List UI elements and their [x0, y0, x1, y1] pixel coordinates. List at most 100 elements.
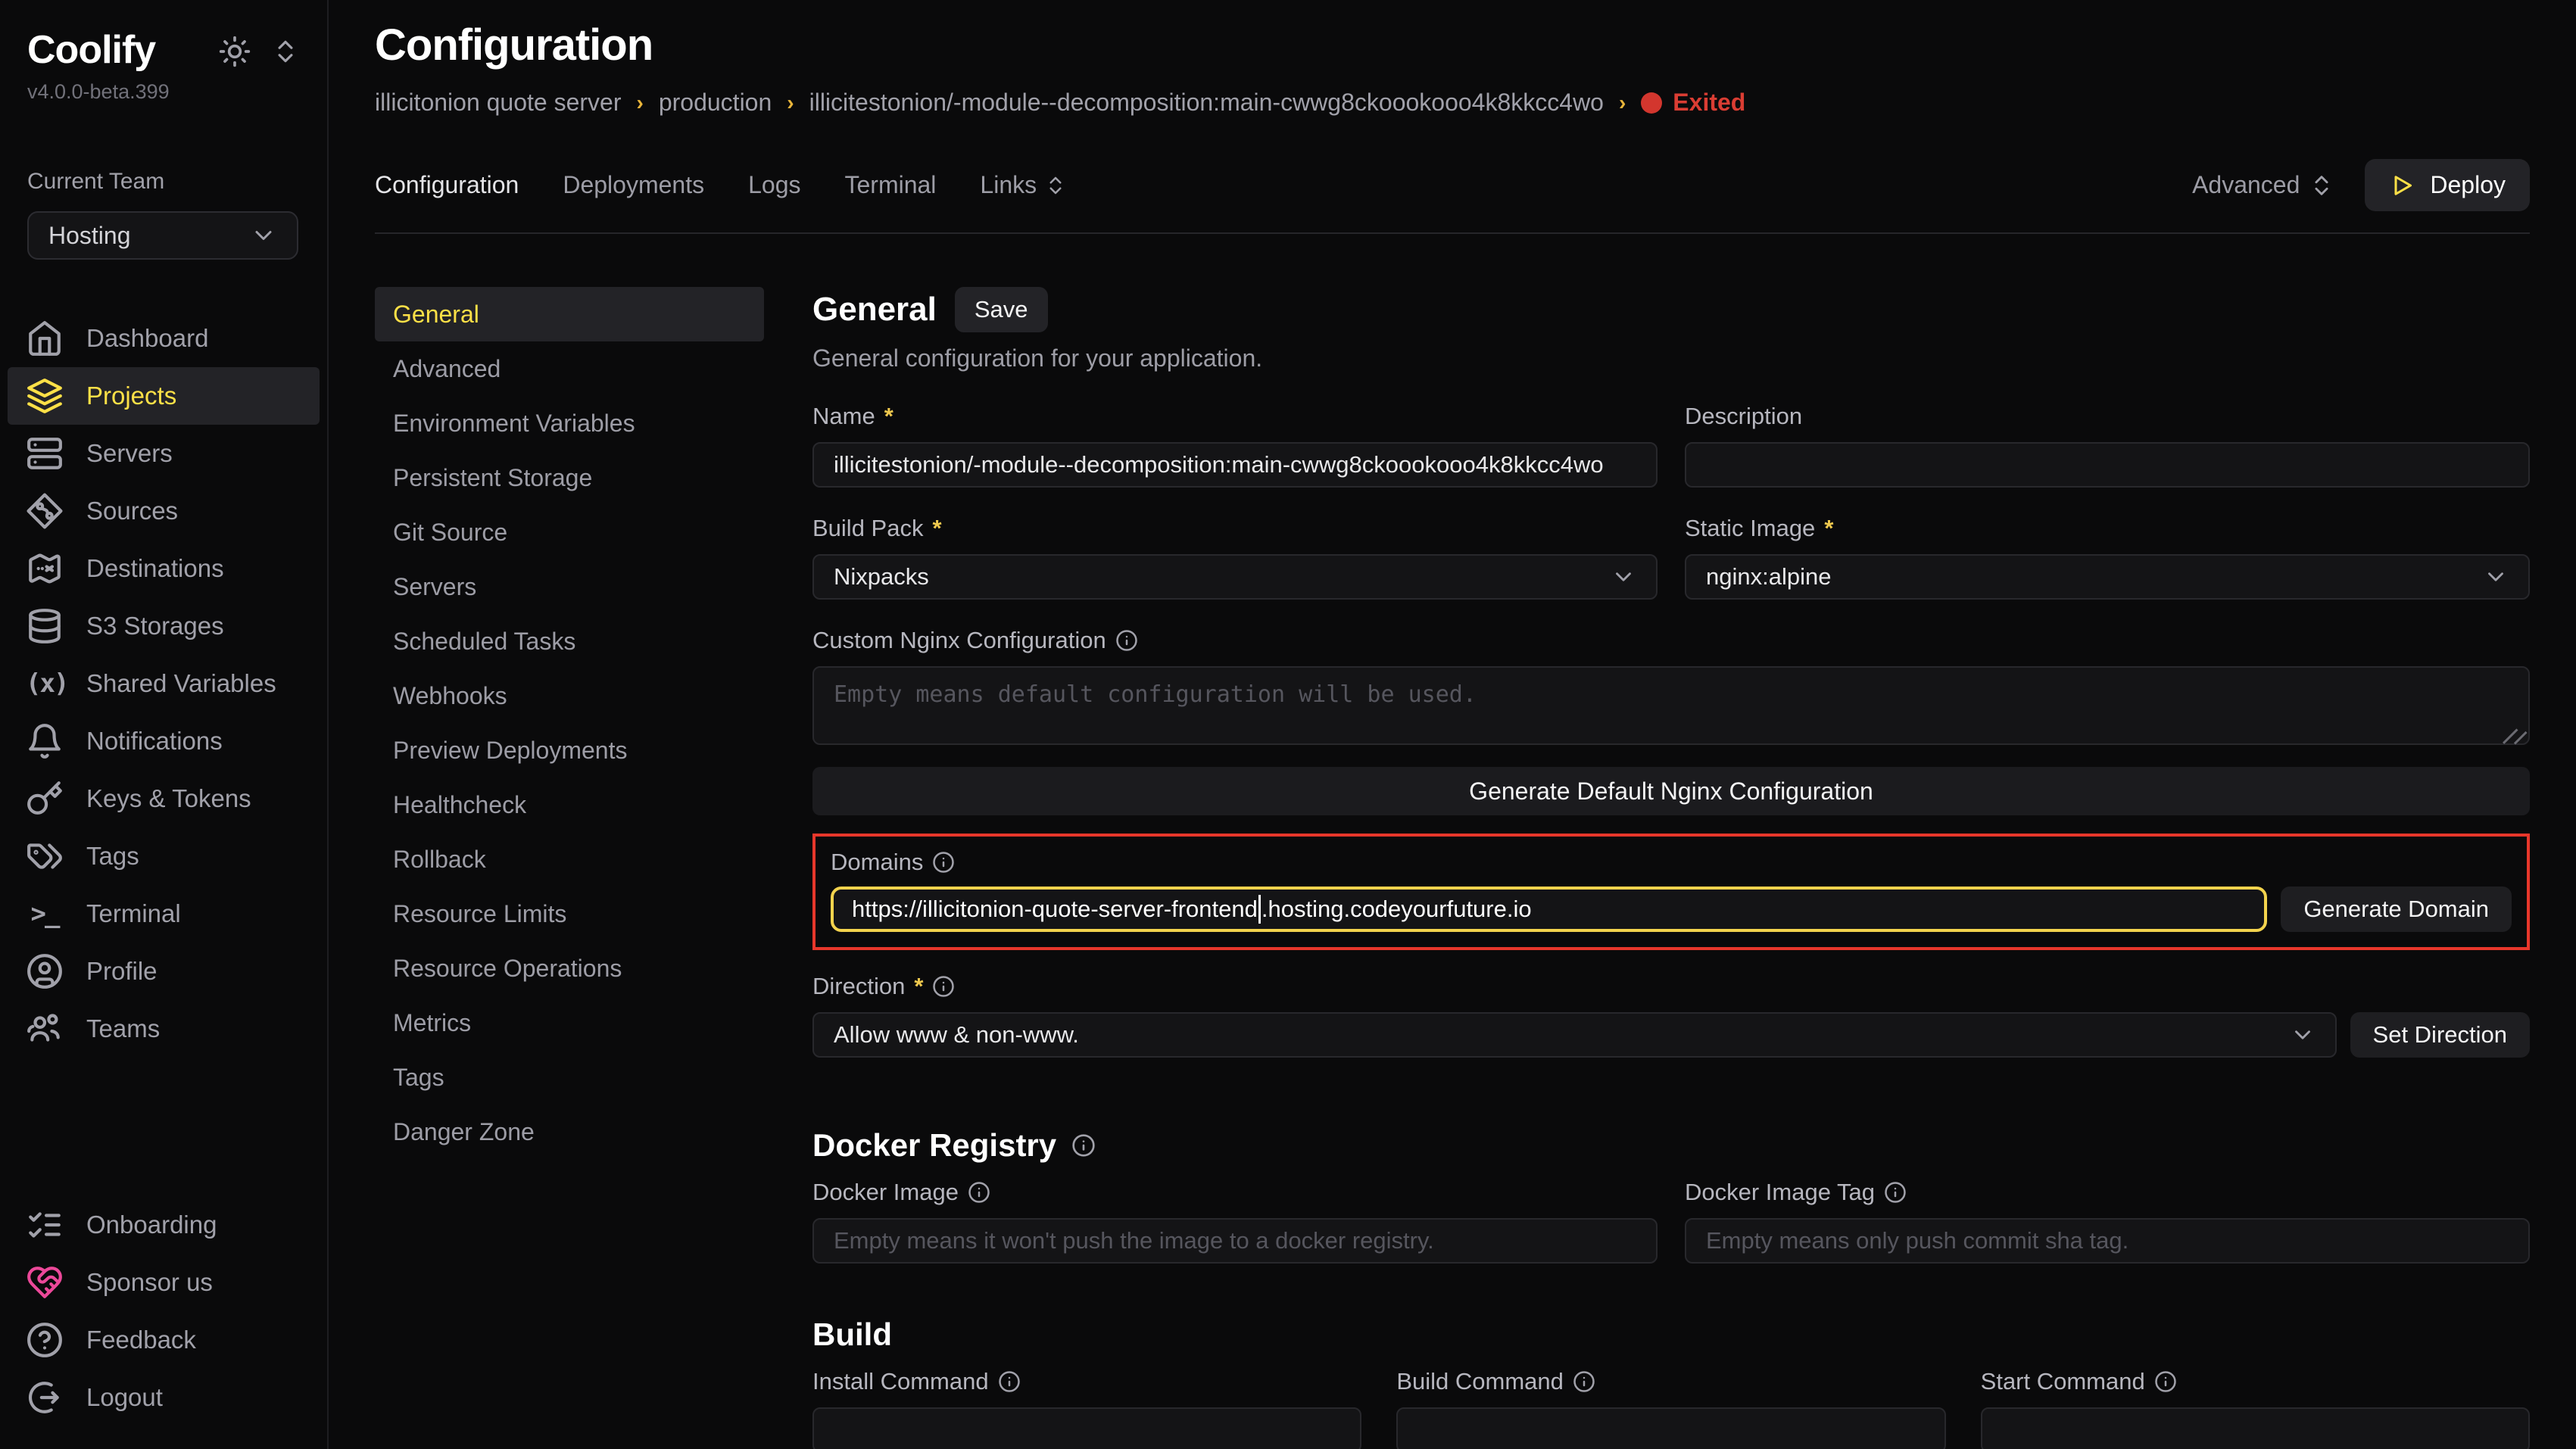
sidebar-item-projects[interactable]: Projects — [8, 367, 320, 425]
sidebar-item-terminal[interactable]: >_ Terminal — [8, 885, 320, 943]
advanced-toggle[interactable]: Advanced — [2192, 171, 2334, 199]
required-asterisk: * — [932, 515, 941, 542]
breadcrumb-project[interactable]: illicitonion quote server — [375, 89, 622, 117]
info-icon — [932, 851, 955, 874]
general-heading: General — [812, 291, 937, 329]
bell-icon — [26, 722, 64, 760]
tab-links[interactable]: Links — [980, 171, 1067, 199]
info-icon — [1573, 1370, 1595, 1393]
description-input[interactable] — [1685, 442, 2530, 488]
app-logo: Coolify — [27, 27, 155, 73]
breadcrumb-environment[interactable]: production — [659, 89, 772, 117]
custom-nginx-label: Custom Nginx Configuration — [812, 627, 2530, 654]
subnav-healthcheck[interactable]: Healthcheck — [375, 777, 764, 832]
domains-highlight-box: Domains https://illicitonion-quote-serve… — [812, 834, 2530, 950]
sidebar-item-destinations[interactable]: Destinations — [8, 540, 320, 597]
generate-domain-button[interactable]: Generate Domain — [2281, 887, 2512, 932]
subnav-resource-limits[interactable]: Resource Limits — [375, 887, 764, 941]
subnav-webhooks[interactable]: Webhooks — [375, 668, 764, 723]
build-command-input[interactable] — [1396, 1407, 1945, 1449]
home-icon — [26, 319, 64, 357]
sidebar-item-tags[interactable]: Tags — [8, 827, 320, 885]
tab-terminal[interactable]: Terminal — [844, 171, 936, 199]
info-icon — [1115, 629, 1138, 652]
server-icon — [26, 435, 64, 472]
set-direction-button[interactable]: Set Direction — [2350, 1012, 2530, 1058]
sidebar: Coolify v4.0.0-beta.399 Current Team Hos… — [0, 0, 329, 1449]
subnav-tags[interactable]: Tags — [375, 1050, 764, 1105]
build-heading: Build — [812, 1317, 892, 1353]
static-image-select[interactable]: nginx:alpine — [1685, 554, 2530, 600]
text-caret — [1258, 895, 1261, 924]
user-circle-icon — [26, 952, 64, 990]
sidebar-item-servers[interactable]: Servers — [8, 425, 320, 482]
git-diamond-icon — [26, 492, 64, 530]
subnav-git-source[interactable]: Git Source — [375, 505, 764, 559]
subnav-resource-operations[interactable]: Resource Operations — [375, 941, 764, 996]
breadcrumb-application[interactable]: illicitestonion/-module--decomposition:m… — [809, 89, 1604, 117]
sidebar-item-sources[interactable]: Sources — [8, 482, 320, 540]
sidebar-item-feedback[interactable]: Feedback — [8, 1311, 320, 1369]
subnav-danger-zone[interactable]: Danger Zone — [375, 1105, 764, 1159]
subnav-servers[interactable]: Servers — [375, 559, 764, 614]
current-team-label: Current Team — [27, 169, 300, 195]
key-icon — [26, 780, 64, 818]
docker-registry-heading: Docker Registry — [812, 1127, 1056, 1164]
subnav-persistent-storage[interactable]: Persistent Storage — [375, 450, 764, 505]
name-input[interactable] — [812, 442, 1658, 488]
save-button[interactable]: Save — [955, 287, 1048, 332]
start-command-input[interactable] — [1981, 1407, 2530, 1449]
subnav-metrics[interactable]: Metrics — [375, 996, 764, 1050]
theme-sun-icon[interactable] — [218, 35, 251, 68]
team-select-value: Hosting — [48, 222, 131, 250]
info-icon — [998, 1370, 1021, 1393]
sidebar-item-s3-storages[interactable]: Shared Variables S3 Storages — [8, 597, 320, 655]
chevron-down-icon — [1611, 564, 1636, 590]
theme-chevrons-icon[interactable] — [271, 37, 300, 66]
direction-select[interactable]: Allow www & non-www. — [812, 1012, 2337, 1058]
subnav-rollback[interactable]: Rollback — [375, 832, 764, 887]
subnav-environment-variables[interactable]: Environment Variables — [375, 396, 764, 450]
sidebar-nav: Dashboard Projects Servers Sources Desti… — [0, 310, 327, 1058]
layers-icon — [26, 377, 64, 415]
tab-deployments[interactable]: Deployments — [563, 171, 704, 199]
custom-nginx-textarea[interactable] — [812, 666, 2530, 745]
info-icon — [1071, 1133, 1096, 1158]
docker-image-input[interactable] — [812, 1218, 1658, 1264]
chevron-right-icon: › — [1619, 91, 1626, 115]
domains-input[interactable]: https://illicitonion-quote-server-fronte… — [831, 887, 2267, 932]
sidebar-item-teams[interactable]: Teams — [8, 1000, 320, 1058]
sidebar-footer-nav: Onboarding Sponsor us Feedback Logout — [0, 1196, 327, 1426]
install-command-input[interactable] — [812, 1407, 1361, 1449]
sidebar-item-notifications[interactable]: Notifications — [8, 712, 320, 770]
team-select[interactable]: Hosting — [27, 211, 298, 260]
name-label: Name* — [812, 403, 1658, 430]
build-command-label: Build Command — [1396, 1368, 1945, 1395]
variable-icon: (x) — [26, 668, 64, 699]
build-pack-select[interactable]: Nixpacks — [812, 554, 1658, 600]
sidebar-item-onboarding[interactable]: Onboarding — [8, 1196, 320, 1254]
tab-logs[interactable]: Logs — [748, 171, 800, 199]
build-pack-label: Build Pack* — [812, 515, 1658, 542]
generate-nginx-button[interactable]: Generate Default Nginx Configuration — [812, 767, 2530, 815]
subnav-scheduled-tasks[interactable]: Scheduled Tasks — [375, 614, 764, 668]
tab-configuration[interactable]: Configuration — [375, 171, 519, 199]
docker-image-tag-input[interactable] — [1685, 1218, 2530, 1264]
status-text: Exited — [1673, 89, 1745, 117]
sidebar-item-dashboard[interactable]: Dashboard — [8, 310, 320, 367]
subnav-advanced[interactable]: Advanced — [375, 341, 764, 396]
deploy-button[interactable]: Deploy — [2365, 159, 2530, 211]
install-command-label: Install Command — [812, 1368, 1361, 1395]
sidebar-item-logout[interactable]: Logout — [8, 1369, 320, 1426]
subnav-preview-deployments[interactable]: Preview Deployments — [375, 723, 764, 777]
play-icon — [2389, 172, 2416, 199]
sidebar-item-profile[interactable]: Profile — [8, 943, 320, 1000]
sidebar-item-sponsor-us[interactable]: Sponsor us — [8, 1254, 320, 1311]
config-subnav: General Advanced Environment Variables P… — [375, 287, 764, 1449]
subnav-general[interactable]: General — [375, 287, 764, 341]
sidebar-item-keys-tokens[interactable]: Keys & Tokens — [8, 770, 320, 827]
static-image-label: Static Image* — [1685, 515, 2530, 542]
required-asterisk: * — [1824, 515, 1833, 542]
sidebar-item-shared-variables[interactable]: (x) Shared Variables — [8, 655, 320, 712]
start-command-label: Start Command — [1981, 1368, 2530, 1395]
